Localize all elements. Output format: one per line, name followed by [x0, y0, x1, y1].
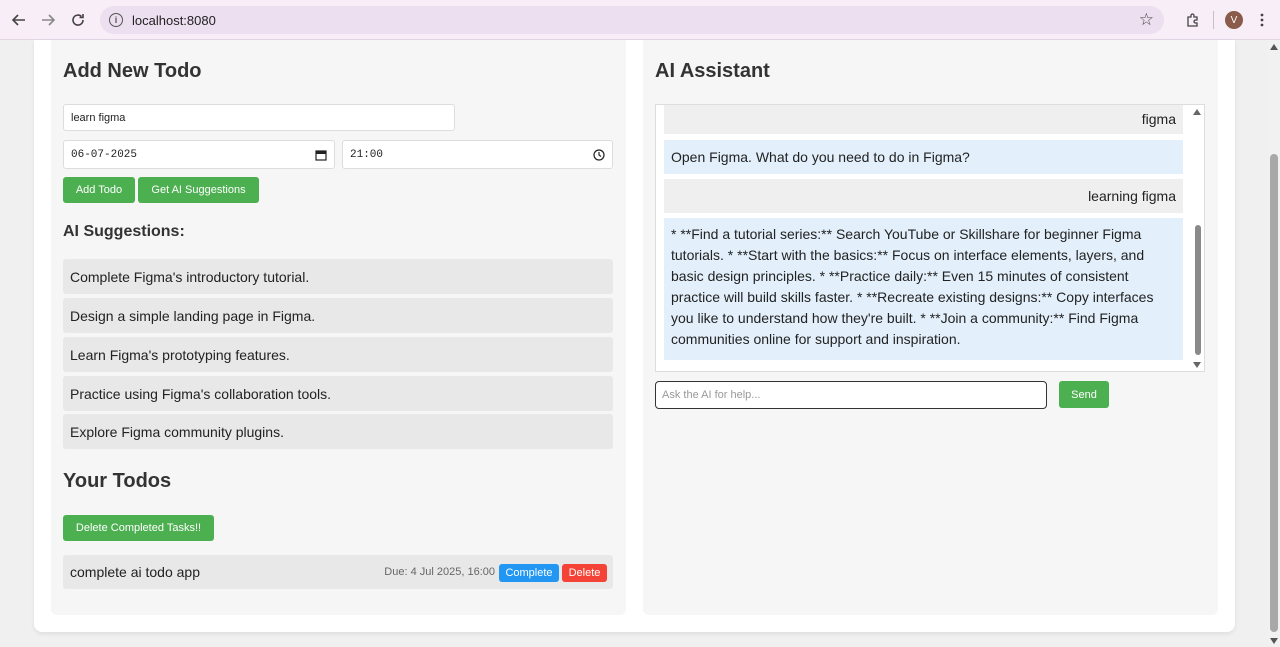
chat-history[interactable]: figma Open Figma. What do you need to do…	[655, 104, 1205, 372]
url-text: localhost:8080	[132, 12, 216, 28]
page-scroll-up-icon[interactable]	[1270, 44, 1278, 50]
send-button[interactable]: Send	[1059, 381, 1109, 408]
bookmark-star-icon[interactable]: ☆	[1139, 11, 1154, 29]
todo-item-due: Due: 4 Jul 2025, 16:00	[384, 566, 495, 578]
chat-input-placeholder: Ask the AI for help...	[662, 389, 761, 401]
site-info-icon[interactable]: i	[109, 13, 123, 27]
page-scroll-down-icon[interactable]	[1270, 638, 1278, 644]
todo-time-input[interactable]: 21:00	[342, 140, 613, 169]
todo-date-value: 06-07-2025	[71, 148, 138, 161]
chat-message-user: figma	[664, 105, 1183, 134]
todo-panel: Add New Todo learn figma 06-07-2025 21:0…	[51, 40, 626, 615]
clock-icon[interactable]	[593, 148, 605, 161]
address-bar[interactable]: i localhost:8080 ☆	[100, 6, 1164, 34]
chat-message-user: learning figma	[664, 179, 1183, 213]
scroll-up-icon[interactable]	[1193, 109, 1201, 115]
suggestion-item[interactable]: Practice using Figma's collaboration too…	[63, 376, 613, 411]
page-scrollbar[interactable]	[1268, 40, 1280, 647]
menu-kebab-icon[interactable]	[1248, 6, 1276, 34]
chat-input[interactable]: Ask the AI for help...	[655, 381, 1047, 409]
page-scroll-thumb[interactable]	[1270, 154, 1278, 632]
get-ai-suggestions-button[interactable]: Get AI Suggestions	[138, 177, 259, 203]
todo-time-value: 21:00	[350, 148, 384, 161]
chat-message-ai: Open Figma. What do you need to do in Fi…	[664, 140, 1183, 174]
reload-icon[interactable]	[63, 5, 93, 35]
extensions-icon[interactable]	[1179, 6, 1207, 34]
delete-completed-button[interactable]: Delete Completed Tasks!!	[63, 515, 214, 541]
suggestion-item[interactable]: Learn Figma's prototyping features.	[63, 337, 613, 372]
suggestion-item[interactable]: Explore Figma community plugins.	[63, 414, 613, 449]
avatar: V	[1225, 11, 1243, 29]
assistant-panel: AI Assistant figma Open Figma. What do y…	[643, 40, 1218, 615]
your-todos-heading: Your Todos	[63, 470, 172, 492]
ai-assistant-heading: AI Assistant	[655, 60, 770, 82]
delete-todo-button[interactable]: Delete	[562, 564, 607, 582]
add-todo-heading: Add New Todo	[63, 60, 202, 82]
complete-todo-button[interactable]: Complete	[499, 564, 559, 582]
suggestion-item[interactable]: Complete Figma's introductory tutorial.	[63, 259, 613, 294]
toolbar-divider	[1213, 11, 1214, 29]
todo-title-input[interactable]: learn figma	[63, 104, 455, 131]
calendar-icon[interactable]	[315, 149, 327, 161]
ai-suggestions-heading: AI Suggestions:	[63, 223, 185, 240]
todo-item-title: complete ai todo app	[70, 564, 200, 580]
todo-item: complete ai todo app Due: 4 Jul 2025, 16…	[63, 555, 613, 589]
scroll-down-icon[interactable]	[1193, 362, 1201, 368]
chat-message-ai: * **Find a tutorial series:** Search You…	[664, 218, 1183, 360]
suggestion-item[interactable]: Design a simple landing page in Figma.	[63, 298, 613, 333]
chat-scroll-thumb[interactable]	[1195, 225, 1201, 355]
app-card: Add New Todo learn figma 06-07-2025 21:0…	[34, 40, 1235, 632]
browser-toolbar: i localhost:8080 ☆ V	[0, 0, 1280, 40]
chat-scrollbar[interactable]	[1190, 105, 1204, 371]
forward-icon[interactable]	[33, 5, 63, 35]
todo-title-value: learn figma	[71, 111, 126, 124]
page: Add New Todo learn figma 06-07-2025 21:0…	[0, 40, 1268, 647]
back-icon[interactable]	[4, 5, 34, 35]
add-todo-button[interactable]: Add Todo	[63, 177, 135, 203]
todo-date-input[interactable]: 06-07-2025	[63, 140, 335, 169]
profile-avatar[interactable]: V	[1220, 6, 1248, 34]
